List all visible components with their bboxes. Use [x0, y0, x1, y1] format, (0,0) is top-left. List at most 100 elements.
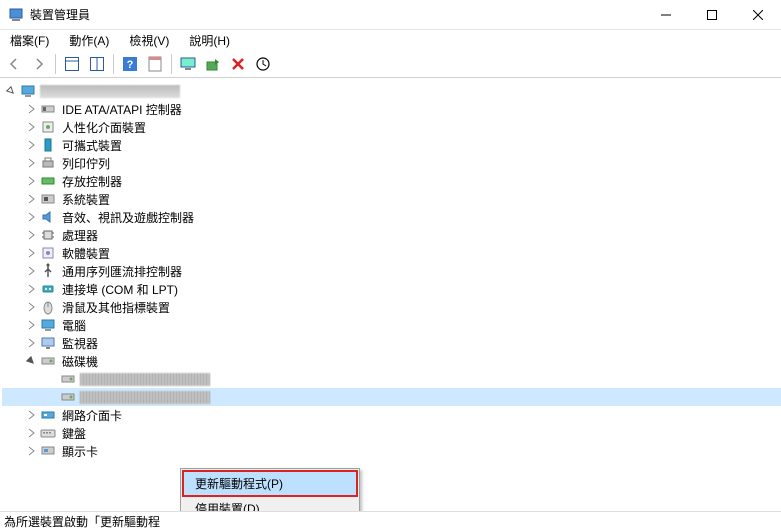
- disk-name-blurred: [80, 373, 210, 386]
- network-adapter-icon: [40, 407, 56, 423]
- display-adapter-icon: [40, 443, 56, 459]
- status-text: 為所選裝置啟動「更新驅動程: [4, 513, 160, 530]
- menu-update-driver[interactable]: 更新驅動程式(P): [183, 471, 357, 496]
- tree-node-disk-drives[interactable]: 磁碟機: [2, 352, 781, 370]
- app-icon: [8, 7, 24, 23]
- tree-label: 人性化介面裝置: [60, 118, 148, 137]
- tree-label: 鍵盤: [60, 424, 88, 443]
- tree-node[interactable]: 通用序列匯流排控制器: [2, 262, 781, 280]
- computer-icon: [40, 317, 56, 333]
- tree-node[interactable]: 電腦: [2, 316, 781, 334]
- tree-label: 滑鼠及其他指標裝置: [60, 298, 172, 317]
- tree-root[interactable]: [2, 82, 781, 100]
- tree-node[interactable]: 人性化介面裝置: [2, 118, 781, 136]
- expand-icon[interactable]: [24, 426, 38, 440]
- expand-icon[interactable]: [24, 138, 38, 152]
- update-driver-button[interactable]: [201, 52, 225, 76]
- system-device-icon: [40, 191, 56, 207]
- expand-icon[interactable]: [24, 192, 38, 206]
- list-button[interactable]: [85, 52, 109, 76]
- tree-node[interactable]: 滑鼠及其他指標裝置: [2, 298, 781, 316]
- computer-name-blurred: [40, 85, 180, 98]
- expand-icon[interactable]: [24, 300, 38, 314]
- tree-node[interactable]: 鍵盤: [2, 424, 781, 442]
- properties-button[interactable]: [143, 52, 167, 76]
- tree-label: 連接埠 (COM 和 LPT): [60, 280, 180, 299]
- expand-icon[interactable]: [24, 174, 38, 188]
- tree-node[interactable]: 軟體裝置: [2, 244, 781, 262]
- toolbar-separator: [171, 54, 172, 74]
- processor-icon: [40, 227, 56, 243]
- tree-label: 可攜式裝置: [60, 136, 124, 155]
- usb-icon: [40, 263, 56, 279]
- tree-node[interactable]: 系統裝置: [2, 190, 781, 208]
- svg-text:?: ?: [127, 59, 134, 71]
- scan-hardware-button[interactable]: [251, 52, 275, 76]
- tree-node[interactable]: 存放控制器: [2, 172, 781, 190]
- menu-action[interactable]: 動作(A): [65, 30, 113, 51]
- tree-node[interactable]: 列印佇列: [2, 154, 781, 172]
- expand-icon[interactable]: [24, 156, 38, 170]
- expand-icon[interactable]: [24, 318, 38, 332]
- keyboard-icon: [40, 425, 56, 441]
- tree-label: 電腦: [60, 316, 88, 335]
- menu-file[interactable]: 檔案(F): [6, 30, 53, 51]
- expand-icon[interactable]: [24, 210, 38, 224]
- portable-device-icon: [40, 137, 56, 153]
- tree-label: 系統裝置: [60, 190, 112, 209]
- menu-disable-device[interactable]: 停用裝置(D): [183, 496, 357, 511]
- details-button[interactable]: [60, 52, 84, 76]
- tree-leaf-disk-selected[interactable]: [2, 388, 781, 406]
- tree-node[interactable]: IDE ATA/ATAPI 控制器: [2, 100, 781, 118]
- menu-view[interactable]: 檢視(V): [125, 30, 173, 51]
- tree-leaf-disk[interactable]: [2, 370, 781, 388]
- tree-node[interactable]: 音效、視訊及遊戲控制器: [2, 208, 781, 226]
- tree-label: 監視器: [60, 334, 100, 353]
- expand-icon[interactable]: [24, 246, 38, 260]
- storage-controller-icon: [40, 173, 56, 189]
- back-button[interactable]: [2, 52, 26, 76]
- tree-node[interactable]: 可攜式裝置: [2, 136, 781, 154]
- tree-label: IDE ATA/ATAPI 控制器: [60, 100, 184, 119]
- monitor-icon: [40, 335, 56, 351]
- uninstall-button[interactable]: [226, 52, 250, 76]
- tree-label: 通用序列匯流排控制器: [60, 262, 184, 281]
- tree-node[interactable]: 連接埠 (COM 和 LPT): [2, 280, 781, 298]
- monitor-button[interactable]: [176, 52, 200, 76]
- tree-node[interactable]: 處理器: [2, 226, 781, 244]
- expand-icon[interactable]: [24, 282, 38, 296]
- tree-label: 軟體裝置: [60, 244, 112, 263]
- expand-icon[interactable]: [24, 102, 38, 116]
- collapse-icon[interactable]: [4, 84, 18, 98]
- expand-icon[interactable]: [24, 444, 38, 458]
- tree-label: 處理器: [60, 226, 100, 245]
- maximize-button[interactable]: [689, 0, 735, 30]
- tree-label: 磁碟機: [60, 352, 100, 371]
- device-tree: IDE ATA/ATAPI 控制器 人性化介面裝置 可攜式裝置 列印佇列 存放控…: [0, 78, 781, 511]
- ide-controller-icon: [40, 101, 56, 117]
- expand-icon[interactable]: [24, 408, 38, 422]
- close-button[interactable]: [735, 0, 781, 30]
- toolbar: ?: [0, 50, 781, 78]
- menu-help[interactable]: 說明(H): [185, 30, 234, 51]
- toolbar-separator: [113, 54, 114, 74]
- forward-button[interactable]: [27, 52, 51, 76]
- expand-icon[interactable]: [24, 228, 38, 242]
- disk-drive-icon: [60, 371, 76, 387]
- disk-drive-icon: [60, 389, 76, 405]
- computer-icon: [20, 83, 36, 99]
- help-button[interactable]: ?: [118, 52, 142, 76]
- expand-icon[interactable]: [24, 120, 38, 134]
- expand-icon[interactable]: [24, 264, 38, 278]
- tree-node[interactable]: 監視器: [2, 334, 781, 352]
- tree-label: 網路介面卡: [60, 406, 124, 425]
- minimize-button[interactable]: [643, 0, 689, 30]
- software-device-icon: [40, 245, 56, 261]
- statusbar: 為所選裝置啟動「更新驅動程: [0, 511, 781, 531]
- collapse-icon[interactable]: [24, 354, 38, 368]
- context-menu: 更新驅動程式(P) 停用裝置(D) 解除安裝裝置(U) 掃描硬體變更(A) 內容…: [180, 468, 360, 511]
- tree-node[interactable]: 網路介面卡: [2, 406, 781, 424]
- tree-node[interactable]: 顯示卡: [2, 442, 781, 460]
- port-icon: [40, 281, 56, 297]
- expand-icon[interactable]: [24, 336, 38, 350]
